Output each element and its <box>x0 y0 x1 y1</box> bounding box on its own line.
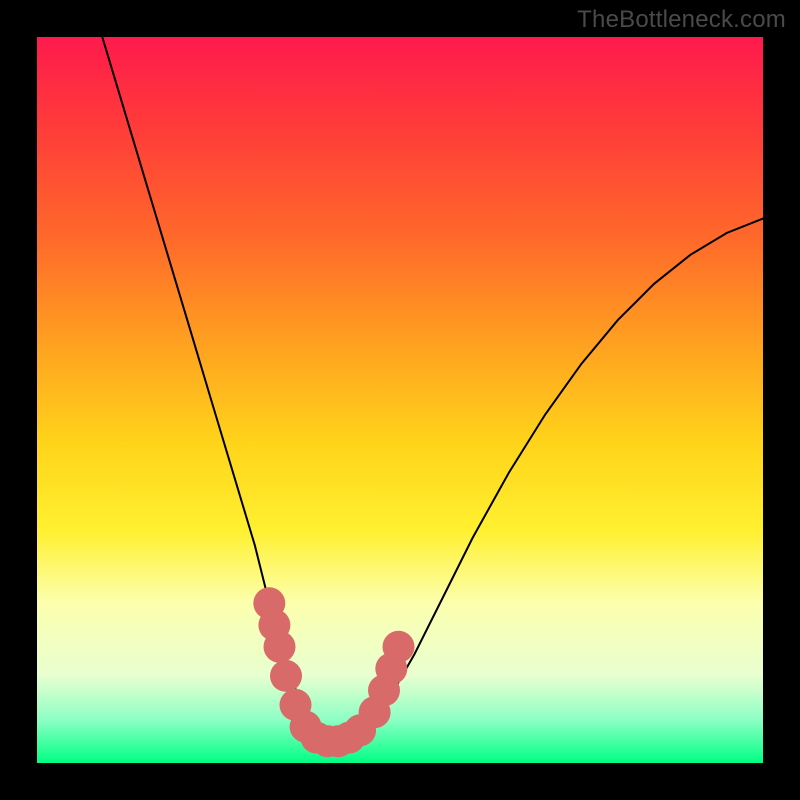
chart-svg <box>37 37 763 763</box>
watermark-text: TheBottleneck.com <box>577 6 786 34</box>
chart-frame: TheBottleneck.com <box>0 0 800 800</box>
marker-dot <box>383 631 415 663</box>
bottleneck-curve <box>102 37 763 745</box>
plot-area <box>37 37 763 763</box>
highlighted-points <box>253 587 414 757</box>
marker-dot <box>264 631 296 663</box>
marker-dot <box>270 660 302 692</box>
